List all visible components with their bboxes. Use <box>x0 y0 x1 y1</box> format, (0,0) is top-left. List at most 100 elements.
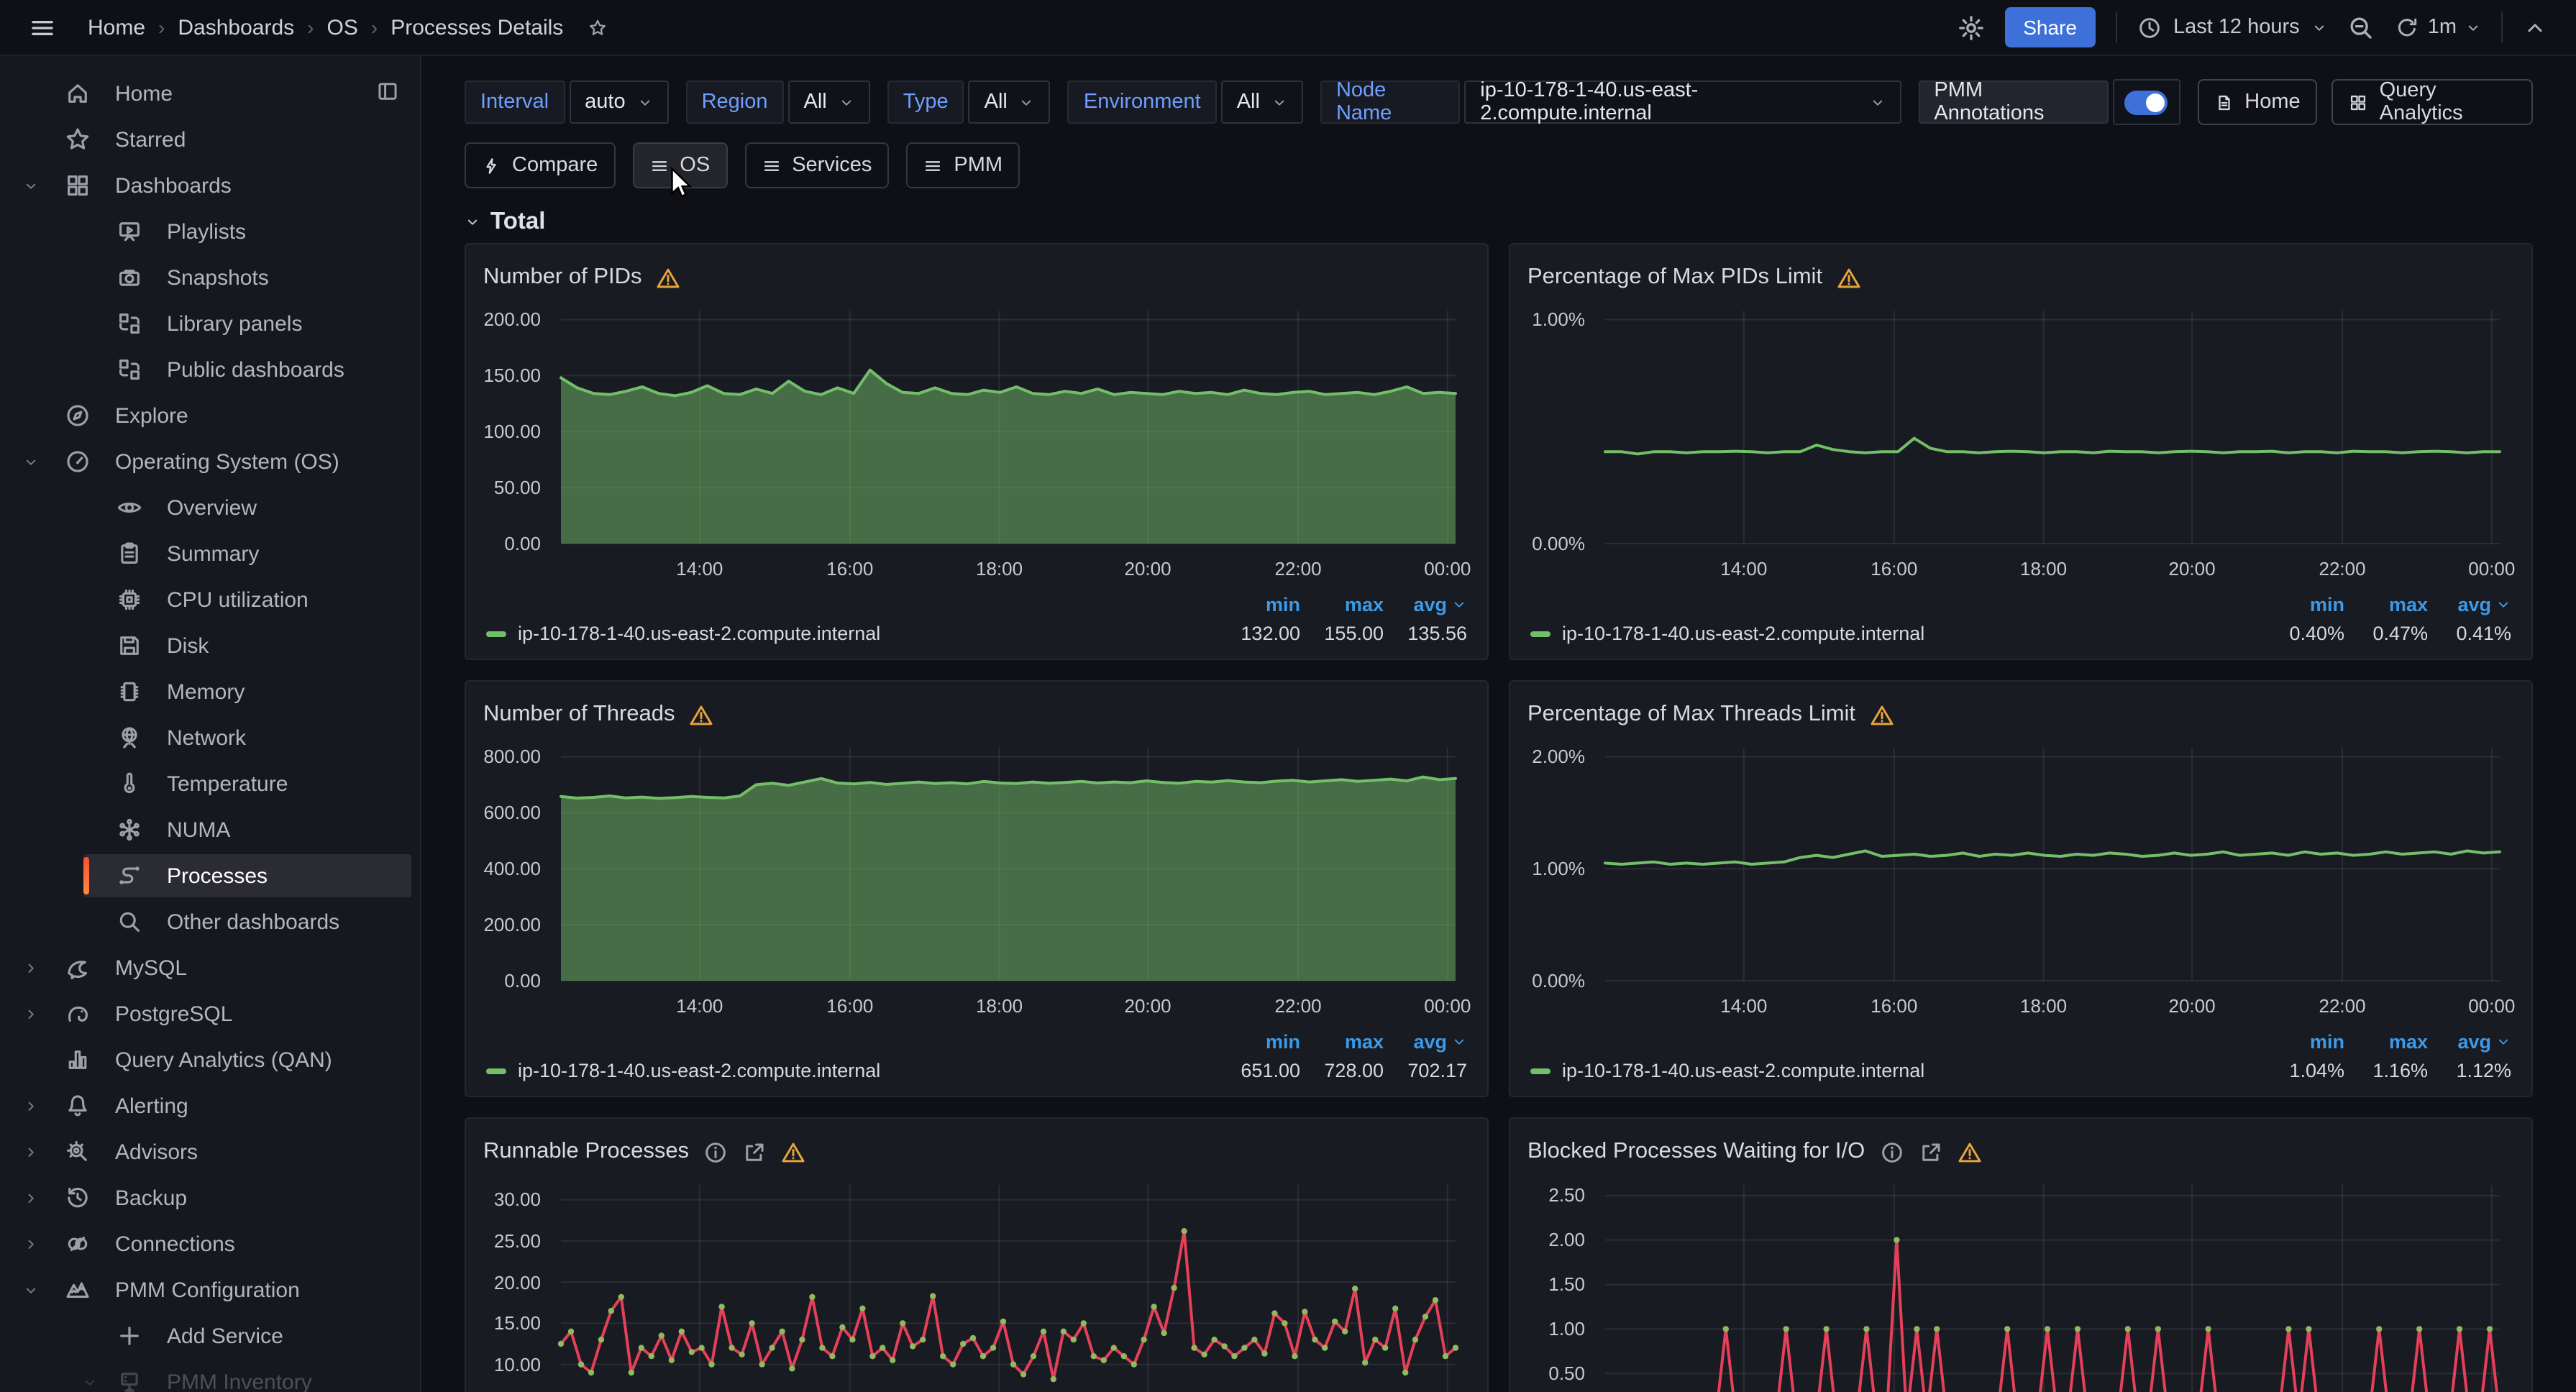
legend-min-header[interactable]: min <box>2261 1031 2344 1053</box>
chevron-right-icon[interactable] <box>23 1006 39 1022</box>
series-name[interactable]: ip-10-178-1-40.us-east-2.compute.interna… <box>518 623 1217 644</box>
sidebar-item-alerting[interactable]: Alerting <box>0 1083 420 1129</box>
sidebar-item-pmm-configuration[interactable]: PMM Configuration <box>0 1267 420 1313</box>
node-name-select[interactable]: ip-10-178-1-40.us-east-2.compute.interna… <box>1464 81 1901 124</box>
sidebar-item-network[interactable]: Network <box>0 715 420 761</box>
sidebar-item-snapshots[interactable]: Snapshots <box>0 255 420 301</box>
time-series-chart[interactable]: 30.0025.0020.0015.0010.005.00 <box>480 1173 1473 1392</box>
plot-area[interactable] <box>1605 311 2500 544</box>
legend-min-header[interactable]: min <box>1217 1031 1300 1053</box>
plot-area[interactable] <box>561 311 1456 544</box>
chevron-right-icon[interactable] <box>23 1190 39 1206</box>
sidebar-item-library-panels[interactable]: Library panels <box>0 301 420 347</box>
legend-min-header[interactable]: min <box>2261 594 2344 615</box>
sidebar-item-advisors[interactable]: Advisors <box>0 1129 420 1175</box>
warning-icon[interactable] <box>690 702 714 727</box>
series-name[interactable]: ip-10-178-1-40.us-east-2.compute.interna… <box>518 1060 1217 1081</box>
warning-icon[interactable] <box>1957 1140 1981 1164</box>
region-select[interactable]: All <box>788 81 870 124</box>
chevron-down-icon[interactable] <box>23 454 39 470</box>
time-range-picker[interactable]: Last 12 hours <box>2137 15 2327 40</box>
pmm-annotations-toggle[interactable] <box>2113 79 2180 125</box>
warning-icon[interactable] <box>1837 265 1861 290</box>
chevron-right-icon[interactable] <box>23 1098 39 1114</box>
sidebar-item-explore[interactable]: Explore <box>0 393 420 439</box>
sidebar-item-operating-system-os[interactable]: Operating System (OS) <box>0 439 420 485</box>
plot-area[interactable] <box>1605 1185 2500 1392</box>
sidebar-item-other-dashboards[interactable]: Other dashboards <box>0 899 420 945</box>
sidebar-item-query-analytics-qan[interactable]: Query Analytics (QAN) <box>0 1037 420 1083</box>
chevron-down-icon[interactable] <box>23 178 39 193</box>
environment-select[interactable]: All <box>1221 81 1303 124</box>
time-series-chart[interactable]: 800.00600.00400.00200.000.00 14:0016:001… <box>480 736 1473 1018</box>
row-total-toggle[interactable]: Total <box>465 209 2533 236</box>
legend-max-header[interactable]: max <box>2344 594 2428 615</box>
compare-link-button[interactable]: Compare <box>465 142 615 188</box>
sidebar-item-home[interactable]: Home <box>0 70 420 116</box>
type-select[interactable]: All <box>969 81 1051 124</box>
sidebar-item-temperature[interactable]: Temperature <box>0 761 420 807</box>
legend-max-header[interactable]: max <box>1300 594 1384 615</box>
legend-avg-header[interactable]: avg <box>2428 1031 2511 1053</box>
interval-select[interactable]: auto <box>569 81 668 124</box>
os-link-button[interactable]: OS <box>632 142 727 188</box>
panel-header[interactable]: Number of PIDs <box>480 256 1473 296</box>
series-name[interactable]: ip-10-178-1-40.us-east-2.compute.interna… <box>1562 1060 2261 1081</box>
sidebar-item-disk[interactable]: Disk <box>0 623 420 669</box>
time-series-chart[interactable]: 1.00%0.00% 14:0016:0018:0020:0022:0000:0… <box>1525 299 2517 581</box>
sidebar-item-memory[interactable]: Memory <box>0 669 420 715</box>
legend-avg-header[interactable]: avg <box>1384 594 1467 615</box>
collapse-up-icon[interactable] <box>2523 15 2547 40</box>
refresh-picker[interactable]: 1m <box>2395 15 2481 40</box>
legend-avg-header[interactable]: avg <box>2428 594 2511 615</box>
sidebar-item-public-dashboards[interactable]: Public dashboards <box>0 347 420 393</box>
panel-header[interactable]: Percentage of Max PIDs Limit <box>1525 256 2517 296</box>
chevron-right-icon[interactable] <box>23 1144 39 1160</box>
panel-header[interactable]: Percentage of Max Threads Limit <box>1525 693 2517 733</box>
warning-icon[interactable] <box>657 265 681 290</box>
warning-icon[interactable] <box>1870 702 1894 727</box>
sidebar-item-pmm-inventory[interactable]: PMM Inventory <box>0 1359 420 1392</box>
sidebar-item-dashboards[interactable]: Dashboards <box>0 162 420 209</box>
plot-area[interactable] <box>561 1185 1456 1392</box>
plot-area[interactable] <box>1605 748 2500 981</box>
panel-header[interactable]: Blocked Processes Waiting for I/O <box>1525 1130 2517 1171</box>
legend-max-header[interactable]: max <box>1300 1031 1384 1053</box>
time-series-chart[interactable]: 2.00%1.00%0.00% 14:0016:0018:0020:0022:0… <box>1525 736 2517 1018</box>
sidebar-item-mysql[interactable]: MySQL <box>0 945 420 991</box>
query-analytics-button[interactable]: Query Analytics <box>2332 79 2533 125</box>
sidebar-item-add-service[interactable]: Add Service <box>0 1313 420 1359</box>
info-icon[interactable] <box>703 1140 728 1164</box>
breadcrumb-os[interactable]: OS <box>327 15 358 40</box>
sidebar-item-backup[interactable]: Backup <box>0 1175 420 1221</box>
chevron-right-icon[interactable] <box>23 960 39 976</box>
share-button[interactable]: Share <box>2004 7 2096 47</box>
sidebar-item-postgresql[interactable]: PostgreSQL <box>0 991 420 1037</box>
sidebar-item-processes[interactable]: Processes <box>0 853 420 899</box>
sidebar-item-summary[interactable]: Summary <box>0 531 420 577</box>
sidebar-item-starred[interactable]: Starred <box>0 116 420 162</box>
pmm-link-button[interactable]: PMM <box>906 142 1020 188</box>
series-name[interactable]: ip-10-178-1-40.us-east-2.compute.interna… <box>1562 623 2261 644</box>
sidebar-item-overview[interactable]: Overview <box>0 485 420 531</box>
plot-area[interactable] <box>561 748 1456 981</box>
time-series-chart[interactable]: 2.502.001.501.000.50 <box>1525 1173 2517 1392</box>
sidebar-item-cpu-utilization[interactable]: CPU utilization <box>0 577 420 623</box>
dashboard-settings-gear-icon[interactable] <box>1957 14 1984 41</box>
info-icon[interactable] <box>1879 1140 1904 1164</box>
time-series-chart[interactable]: 200.00150.00100.0050.000.00 14:0016:0018… <box>480 299 1473 581</box>
sidebar-item-numa[interactable]: NUMA <box>0 807 420 853</box>
menu-toggle-icon[interactable] <box>29 14 56 41</box>
legend-max-header[interactable]: max <box>2344 1031 2428 1053</box>
favorite-star-icon[interactable] <box>588 18 606 37</box>
home-button[interactable]: Home <box>2197 79 2317 125</box>
panel-header[interactable]: Runnable Processes <box>480 1130 1473 1171</box>
panel-header[interactable]: Number of Threads <box>480 693 1473 733</box>
warning-icon[interactable] <box>781 1140 805 1164</box>
external-link-icon[interactable] <box>742 1140 767 1164</box>
chevron-down-icon[interactable] <box>82 1374 98 1390</box>
external-link-icon[interactable] <box>1918 1140 1942 1164</box>
services-link-button[interactable]: Services <box>744 142 889 188</box>
breadcrumb-home[interactable]: Home <box>88 15 145 40</box>
breadcrumb-dashboards[interactable]: Dashboards <box>178 15 294 40</box>
